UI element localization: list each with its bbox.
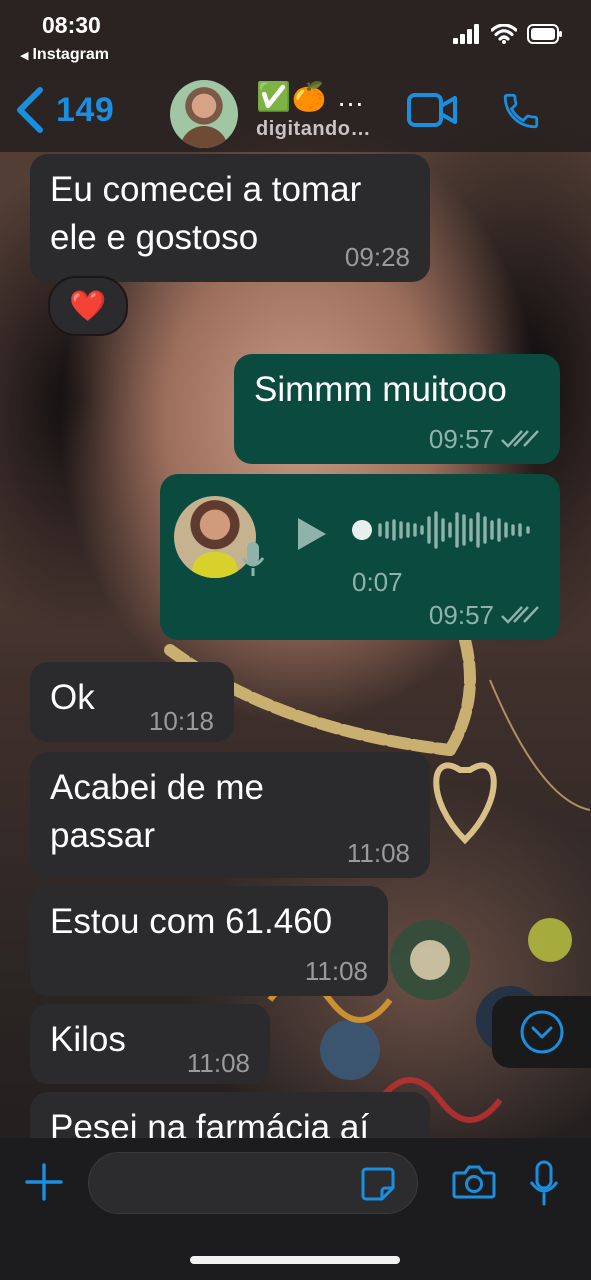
clock: 08:30 bbox=[42, 12, 101, 38]
sticker-icon[interactable] bbox=[360, 1166, 396, 1202]
plus-icon[interactable] bbox=[24, 1162, 64, 1202]
scroll-to-bottom-button[interactable] bbox=[492, 996, 591, 1068]
contact-avatar[interactable] bbox=[170, 80, 238, 148]
microphone-icon[interactable] bbox=[528, 1160, 560, 1206]
camera-icon[interactable] bbox=[452, 1164, 496, 1200]
back-to-app-link[interactable]: ◀ Instagram bbox=[20, 46, 109, 64]
signal-icon bbox=[453, 24, 479, 44]
back-triangle-icon: ◀ bbox=[20, 49, 29, 62]
wifi-icon bbox=[491, 24, 517, 44]
message-text: Eu comecei a tomar bbox=[50, 170, 362, 209]
message-bubble-incoming[interactable]: Ok 10:18 bbox=[30, 662, 234, 742]
status-bar: 08:30 ◀ Instagram bbox=[0, 0, 591, 70]
message-time: 09:57 bbox=[429, 424, 540, 454]
phone-icon[interactable] bbox=[500, 90, 542, 132]
message-time: 09:28 bbox=[344, 242, 410, 272]
unread-count: 149 bbox=[56, 90, 115, 129]
home-indicator[interactable] bbox=[190, 1256, 400, 1264]
message-bubble-incoming[interactable]: Eu comecei a tomar ele e gostoso 09:28 bbox=[30, 154, 430, 282]
message-time: 09:57 bbox=[429, 600, 540, 630]
message-bubble-incoming[interactable]: Kilos 11:08 bbox=[30, 1004, 270, 1084]
message-bubble-incoming[interactable]: Acabei de me passar 11:08 bbox=[30, 752, 430, 878]
message-text: Acabei de me bbox=[50, 768, 265, 807]
voice-duration: 0:07 bbox=[352, 567, 403, 597]
typing-status: digitando… bbox=[256, 118, 371, 140]
play-icon[interactable] bbox=[296, 516, 328, 552]
voice-message-bubble[interactable]: 0:07 09:57 bbox=[160, 474, 560, 640]
message-bubble-outgoing[interactable]: Simmm muitooo 09:57 bbox=[234, 354, 560, 464]
message-time: 11:08 bbox=[346, 838, 410, 868]
message-time: 11:08 bbox=[304, 956, 368, 986]
message-text: Simmm muitooo bbox=[254, 370, 507, 409]
audio-waveform[interactable] bbox=[350, 508, 540, 552]
message-time: 11:08 bbox=[186, 1048, 250, 1078]
read-ticks-icon bbox=[501, 430, 539, 448]
message-text: Estou com 61.460 bbox=[50, 902, 333, 941]
message-bubble-incoming[interactable]: Estou com 61.460 11:08 bbox=[30, 886, 388, 996]
back-app-label: Instagram bbox=[32, 46, 109, 63]
contact-name[interactable]: ✅🍊 … bbox=[256, 80, 366, 113]
composer-bar bbox=[0, 1138, 591, 1280]
heart-icon: ❤️ bbox=[69, 289, 107, 323]
message-time: 10:18 bbox=[148, 706, 214, 736]
battery-icon bbox=[527, 24, 562, 44]
microphone-icon bbox=[241, 542, 265, 576]
chevron-down-circle-icon bbox=[520, 1010, 564, 1054]
heart-reaction[interactable]: ❤️ bbox=[48, 276, 128, 336]
read-ticks-icon bbox=[501, 606, 539, 624]
status-icons bbox=[453, 24, 563, 44]
back-button[interactable]: 149 bbox=[14, 86, 114, 134]
chevron-left-icon bbox=[17, 87, 43, 133]
video-call-icon[interactable] bbox=[406, 92, 458, 128]
